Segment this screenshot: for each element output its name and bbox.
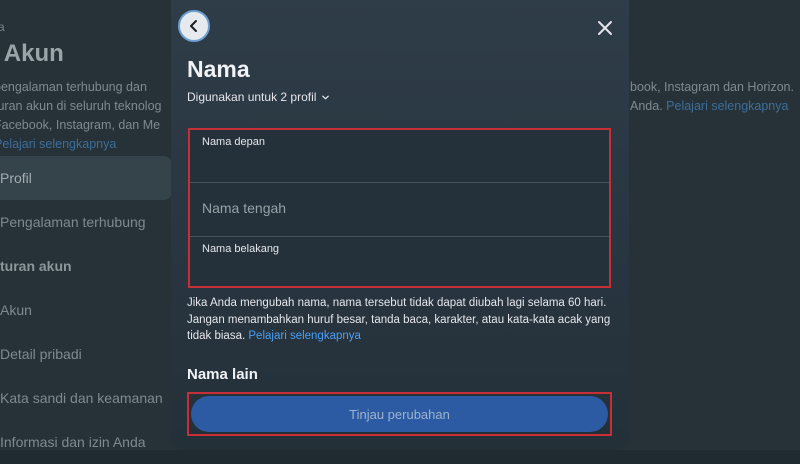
first-name-label: Nama depan (202, 136, 265, 148)
notice-learn-more-link[interactable]: Pelajari selengkapnya (248, 330, 361, 342)
submit-highlight: Tinjau perubahan (187, 392, 612, 436)
background-description-line: Facebook, Instagram, dan Me (0, 118, 161, 132)
chevron-left-icon (190, 20, 197, 32)
sidebar-item-kata-sandi[interactable]: Kata sandi dan keamanan (0, 376, 172, 420)
close-icon (598, 21, 612, 35)
background-description-line: turan akun di seluruh teknolog (0, 99, 162, 113)
back-button[interactable] (178, 10, 210, 42)
background-page-title: t Akun (0, 40, 64, 67)
dialog-title: Nama (187, 56, 250, 82)
background-right-line: Anda. (630, 99, 663, 113)
close-button[interactable] (595, 18, 615, 38)
first-name-field[interactable]: Nama depan (190, 130, 609, 183)
last-name-input[interactable] (202, 262, 597, 280)
background-sidebar-nav: Profil Pengalaman terhubung turan akun A… (0, 156, 172, 464)
last-name-field[interactable]: Nama belakang (190, 237, 609, 286)
other-names-heading: Nama lain (187, 366, 258, 383)
background-description: pengalaman terhubung dan turan akun di s… (0, 78, 172, 154)
name-edit-dialog: Nama Digunakan untuk 2 profil Nama depan… (171, 0, 629, 450)
background-breadcrumb: a (0, 20, 5, 34)
background-learn-more-link[interactable]: Pelajari selengkapnya (0, 137, 116, 151)
review-changes-button[interactable]: Tinjau perubahan (191, 396, 608, 432)
sidebar-item-akun[interactable]: Akun (0, 288, 172, 332)
sidebar-group-pengaturan-akun: turan akun (0, 258, 72, 274)
name-change-notice: Jika Anda mengubah nama, nama tersebut t… (187, 295, 617, 345)
profile-scope-label: Digunakan untuk 2 profil (187, 90, 317, 104)
sidebar-item-informasi-izin[interactable]: Informasi dan izin Anda (0, 420, 172, 464)
background-right-learn-more-link[interactable]: Pelajari selengkapnya (666, 99, 788, 113)
background-description-line: pengalaman terhubung dan (0, 80, 147, 94)
middle-name-placeholder: Nama tengah (202, 200, 287, 216)
profile-scope-dropdown[interactable]: Digunakan untuk 2 profil (187, 90, 330, 104)
sidebar-item-detail-pribadi[interactable]: Detail pribadi (0, 332, 172, 376)
sidebar-item-profil[interactable]: Profil (0, 156, 172, 200)
background-right-text: book, Instagram dan Horizon. Anda. Pelaj… (630, 78, 800, 116)
last-name-label: Nama belakang (202, 243, 280, 255)
background-right-line: book, Instagram dan Horizon. (630, 80, 794, 94)
first-name-input[interactable] (202, 158, 597, 176)
sidebar-item-pengalaman-terhubung[interactable]: Pengalaman terhubung (0, 200, 172, 244)
chevron-down-icon (322, 95, 330, 99)
middle-name-field[interactable]: Nama tengah (190, 183, 609, 237)
name-fields-group: Nama depan Nama tengah Nama belakang (188, 128, 611, 288)
